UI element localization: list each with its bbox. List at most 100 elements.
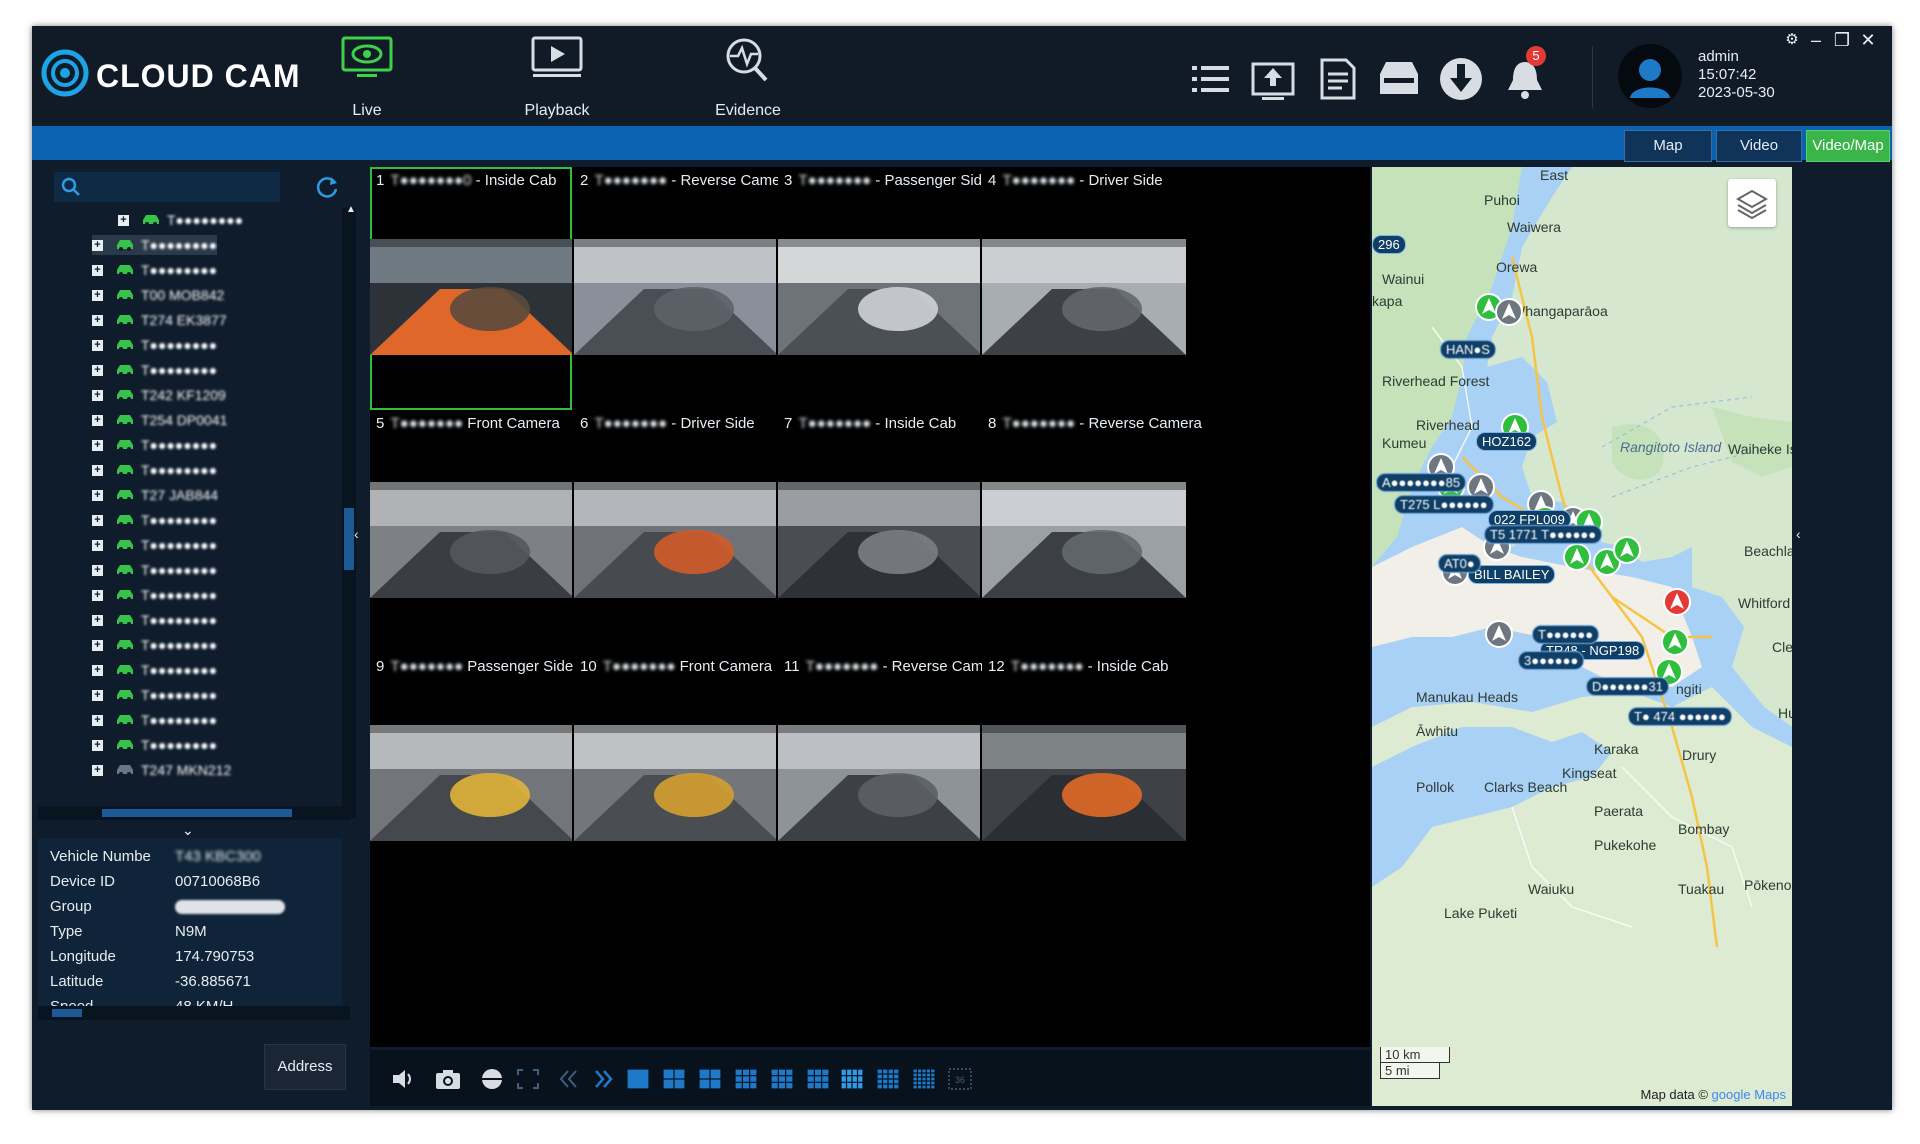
expand-icon[interactable]: + bbox=[92, 464, 103, 476]
vehicle-marker-icon[interactable] bbox=[1660, 627, 1690, 657]
expand-icon[interactable]: + bbox=[92, 764, 103, 776]
tree-row[interactable]: + T●●●●●●●● bbox=[92, 360, 217, 380]
expand-icon[interactable]: + bbox=[92, 389, 103, 401]
vehicle-map-label[interactable]: T5 1771 T●●●●●● bbox=[1484, 525, 1603, 544]
layout-25-icon[interactable] bbox=[910, 1066, 938, 1092]
vehicle-map-label[interactable]: T●●●●●● bbox=[1532, 625, 1600, 644]
tree-row[interactable]: + T●●●●●●●● bbox=[92, 685, 217, 705]
vehicle-map-label[interactable]: AT0● bbox=[1438, 554, 1481, 573]
expand-icon[interactable]: + bbox=[92, 289, 103, 301]
search-input[interactable] bbox=[54, 172, 280, 202]
vehicle-marker-icon[interactable] bbox=[1494, 297, 1524, 327]
collapse-map-icon[interactable]: ‹ bbox=[1796, 526, 1801, 542]
expand-icon[interactable]: + bbox=[92, 589, 103, 601]
layout-1-icon[interactable] bbox=[624, 1066, 652, 1092]
expand-icon[interactable]: + bbox=[118, 214, 129, 226]
download-icon[interactable] bbox=[1438, 56, 1484, 102]
tree-row[interactable]: + T●●●●●●●● bbox=[92, 635, 217, 655]
video-channel[interactable]: 11 T●●●●●●● - Reverse Camera bbox=[778, 653, 1005, 896]
minimize-button[interactable]: – bbox=[1806, 30, 1826, 50]
video-channel[interactable]: 8 T●●●●●●● - Reverse Camera bbox=[982, 410, 1202, 653]
tree-row[interactable]: + T242 KF1209 bbox=[92, 385, 226, 405]
tree-row[interactable]: + T274 EK3877 bbox=[92, 310, 227, 330]
tree-scrollbar[interactable] bbox=[342, 208, 356, 818]
inbox-icon[interactable] bbox=[1376, 56, 1422, 102]
map-layers-button[interactable] bbox=[1728, 179, 1776, 227]
vehicle-map-label[interactable]: T● 474 ●●●●●● bbox=[1628, 707, 1732, 726]
address-button[interactable]: Address bbox=[264, 1044, 346, 1090]
expand-icon[interactable]: + bbox=[92, 739, 103, 751]
tree-horizontal-scrollbar[interactable] bbox=[38, 806, 350, 820]
video-channel[interactable]: 3 T●●●●●●● - Passenger Side bbox=[778, 167, 990, 410]
expand-icon[interactable]: + bbox=[92, 514, 103, 526]
vehicle-map-label[interactable]: 3●●●●●● bbox=[1518, 651, 1585, 670]
nav-playback-button[interactable]: Playback bbox=[502, 32, 612, 124]
fullscreen-icon[interactable] bbox=[514, 1066, 542, 1092]
map-view[interactable]: Puhoi Waiwera Orewa Wainui Whangaparāoa River… bbox=[1372, 167, 1792, 1106]
expand-icon[interactable]: + bbox=[92, 714, 103, 726]
expand-icon[interactable]: + bbox=[92, 489, 103, 501]
refresh-icon[interactable] bbox=[314, 174, 340, 200]
layout-8-icon[interactable] bbox=[732, 1066, 760, 1092]
expand-icon[interactable]: + bbox=[92, 364, 103, 376]
video-channel[interactable]: 2 T●●●●●●● - Reverse Camera bbox=[574, 167, 794, 410]
vehicle-map-label[interactable]: A●●●●●●●85 bbox=[1376, 473, 1467, 492]
tree-row[interactable]: + T●●●●●●●● bbox=[92, 610, 217, 630]
tree-row[interactable]: + T●●●●●●●● bbox=[92, 735, 217, 755]
list-icon[interactable] bbox=[1188, 56, 1234, 102]
vehicle-marker-icon[interactable] bbox=[1612, 535, 1642, 565]
video-channel[interactable]: 6 T●●●●●●● - Driver Side bbox=[574, 410, 776, 653]
layout-4-icon[interactable] bbox=[660, 1066, 688, 1092]
collapse-chevron-icon[interactable]: ⌄ bbox=[182, 822, 194, 839]
maximize-button[interactable]: ❐ bbox=[1832, 30, 1852, 50]
scroll-up-icon[interactable]: ▲ bbox=[346, 204, 356, 215]
tree-row[interactable]: + T00 MOB842 bbox=[92, 285, 224, 305]
next-page-icon[interactable] bbox=[590, 1066, 618, 1092]
expand-icon[interactable]: + bbox=[92, 339, 103, 351]
expand-icon[interactable]: + bbox=[92, 264, 103, 276]
vehicle-marker-icon[interactable] bbox=[1662, 587, 1692, 617]
info-horizontal-scrollbar[interactable] bbox=[38, 1006, 350, 1020]
tree-row[interactable]: + T●●●●●●●● bbox=[92, 435, 217, 455]
expand-icon[interactable]: + bbox=[92, 414, 103, 426]
expand-icon[interactable]: + bbox=[92, 314, 103, 326]
tree-row[interactable]: + T●●●●●●●● bbox=[92, 560, 217, 580]
tree-row[interactable]: + T●●●●●●●● bbox=[92, 535, 217, 555]
video-channel[interactable]: 5 T●●●●●●● Front Camera bbox=[370, 410, 572, 653]
tree-row[interactable]: + T●●●●●●●● bbox=[92, 260, 217, 280]
layout-9-icon[interactable] bbox=[768, 1066, 796, 1092]
layout-6-icon[interactable] bbox=[696, 1066, 724, 1092]
video-channel[interactable]: 10 T●●●●●●● Front Camera bbox=[574, 653, 776, 896]
expand-icon[interactable]: + bbox=[92, 664, 103, 676]
vehicle-map-label[interactable]: 296 bbox=[1372, 235, 1406, 254]
tree-row[interactable]: + T●●●●●●●● bbox=[92, 585, 217, 605]
tree-row[interactable]: + T247 MKN212 bbox=[92, 760, 231, 780]
expand-icon[interactable]: + bbox=[92, 639, 103, 651]
tree-row[interactable]: + T27 JAB844 bbox=[92, 485, 218, 505]
vehicle-marker-icon[interactable] bbox=[1562, 542, 1592, 572]
video-channel[interactable]: 9 T●●●●●●● Passenger Side bbox=[370, 653, 573, 896]
vehicle-map-label[interactable]: D●●●●●●31 bbox=[1586, 677, 1669, 696]
snapshot-icon[interactable] bbox=[434, 1066, 462, 1092]
nav-evidence-button[interactable]: Evidence bbox=[693, 32, 803, 124]
layout-12-icon[interactable] bbox=[838, 1066, 866, 1092]
tree-row[interactable]: + T●●●●●●●● bbox=[92, 335, 217, 355]
prev-page-icon[interactable] bbox=[554, 1066, 582, 1092]
expand-icon[interactable]: + bbox=[92, 689, 103, 701]
volume-icon[interactable] bbox=[390, 1066, 418, 1092]
collapse-left-panel-icon[interactable]: ‹ bbox=[354, 526, 359, 542]
avatar[interactable] bbox=[1618, 44, 1682, 108]
layout-16-icon[interactable] bbox=[874, 1066, 902, 1092]
tree-row[interactable]: + T●●●●●●●● bbox=[92, 710, 217, 730]
layout-10-icon[interactable] bbox=[804, 1066, 832, 1092]
tree-row[interactable]: + T●●●●●●●● bbox=[92, 460, 217, 480]
vehicle-map-label[interactable]: HAN●S bbox=[1440, 340, 1496, 359]
upload-icon[interactable] bbox=[1250, 56, 1296, 102]
expand-icon[interactable]: + bbox=[92, 564, 103, 576]
expand-icon[interactable]: + bbox=[92, 239, 103, 251]
expand-icon[interactable]: + bbox=[92, 439, 103, 451]
video-channel[interactable]: 1 T●●●●●●●0 - Inside Cab bbox=[370, 167, 572, 410]
tree-row[interactable]: + T●●●●●●●● bbox=[92, 510, 217, 530]
report-icon[interactable] bbox=[1314, 56, 1360, 102]
vehicle-map-label[interactable]: T275 L●●●●●● bbox=[1394, 495, 1494, 514]
